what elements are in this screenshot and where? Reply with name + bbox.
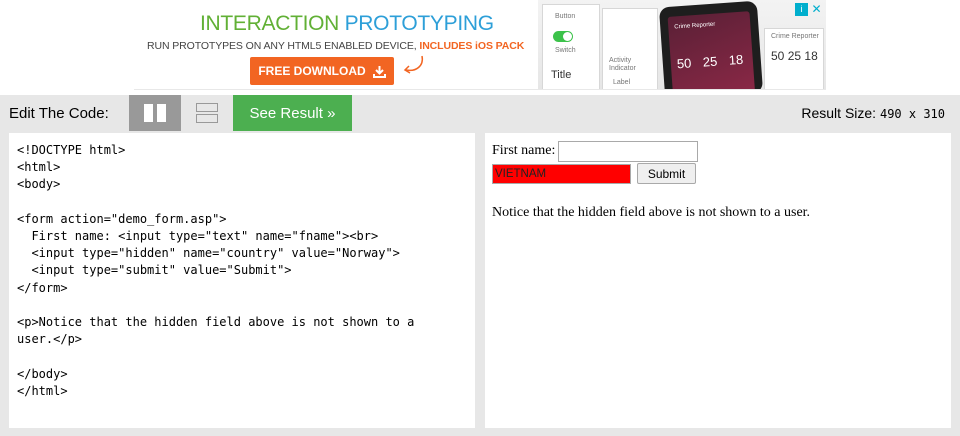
vertical-split-icon [144,104,166,122]
code-editor-text[interactable]: <!DOCTYPE html> <html> <body> <form acti… [17,142,414,400]
ad-free-download-button[interactable]: FREE DOWNLOAD [250,57,394,85]
ad-ui-card: Button Switch Title [542,4,600,89]
first-name-input[interactable] [558,140,699,162]
download-icon [372,65,386,78]
notice-paragraph: Notice that the hidden field above is no… [492,205,811,220]
layout-horizontal-split-button[interactable] [181,95,233,131]
hidden-field-row: VIETNAM Submit [492,163,810,184]
ad-title: INTERACTION PROTOTYPING [200,12,494,35]
ad-ui-card: Activity Indicator Label [602,8,658,89]
ad-illustration: Button Switch Title Activity Indicator L… [538,0,826,89]
see-result-button[interactable]: See Result » [233,95,352,131]
horizontal-split-icon [196,103,218,123]
phone-graphic: Crime Reporter 50 25 18 [658,0,764,89]
first-name-row: First name: [492,140,810,162]
code-editor-panel[interactable]: <!DOCTYPE html> <html> <body> <form acti… [9,133,475,428]
phone-screen: Crime Reporter 50 25 18 [667,11,755,89]
result-document: First name: VIETNAM Submit Notice that t… [492,140,810,221]
curved-arrow-icon [403,55,424,74]
ad-banner[interactable]: INTERACTION PROTOTYPING RUN PROTOTYPES O… [134,0,826,90]
first-name-label: First name: [492,143,556,158]
edit-code-label: Edit The Code: [9,105,109,122]
editor-toolbar: Edit The Code: See Result » Result Size:… [0,95,960,131]
toggle-switch-graphic [553,31,573,42]
result-size-value: 490 x 310 [879,107,945,121]
ad-subtitle: RUN PROTOTYPES ON ANY HTML5 ENABLED DEVI… [147,40,525,52]
submit-button[interactable]: Submit [637,163,696,184]
ad-close-icon[interactable]: ✕ [810,3,823,16]
ad-controls: i ✕ [795,3,823,16]
editor-workarea: <!DOCTYPE html> <html> <body> <form acti… [0,131,960,436]
ad-info-icon[interactable]: i [795,3,808,16]
layout-vertical-split-button[interactable] [129,95,181,131]
result-panel: First name: VIETNAM Submit Notice that t… [485,133,951,428]
result-size-indicator: Result Size: 490 x 310 [801,105,945,121]
ad-ui-card: Crime Reporter 50 25 18 [764,28,824,89]
country-hidden-field[interactable]: VIETNAM [492,163,631,184]
